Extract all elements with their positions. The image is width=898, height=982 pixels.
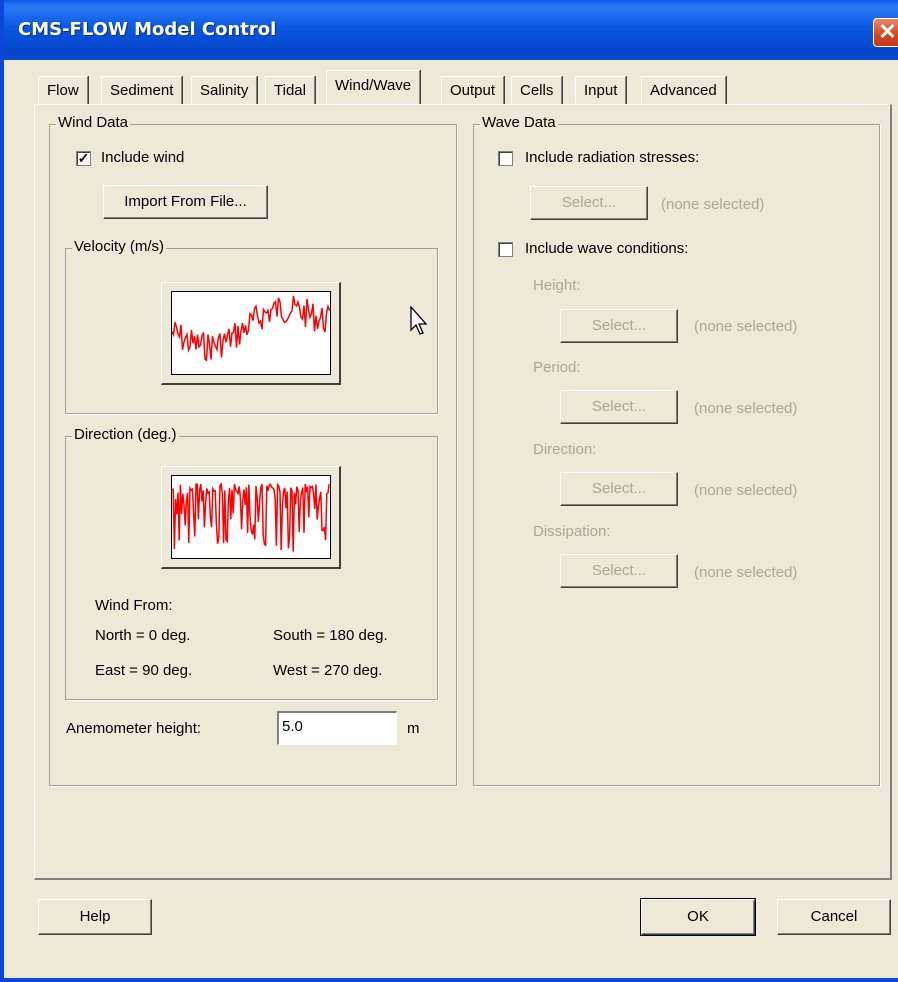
tab-output[interactable]: Output <box>441 76 505 104</box>
include-wave-conditions-label: Include wave conditions: <box>525 240 689 257</box>
title-bar: CMS-FLOW Model Control ✕ <box>4 0 898 60</box>
direction-plot <box>171 475 331 559</box>
window-frame-bottom <box>4 978 898 982</box>
anemometer-height-input[interactable]: 5.0 <box>277 711 397 745</box>
anemometer-unit: m <box>407 720 420 737</box>
dialog-window: CMS-FLOW Model Control ✕ Flow Sediment S… <box>0 0 898 982</box>
velocity-sparkline <box>171 295 331 362</box>
tab-flow[interactable]: Flow <box>38 76 88 104</box>
dissipation-label: Dissipation: <box>533 523 611 540</box>
period-label: Period: <box>533 359 581 376</box>
height-none-selected: (none selected) <box>694 318 798 335</box>
period-none-selected: (none selected) <box>694 400 798 417</box>
import-from-file-button[interactable]: Import From File... <box>103 185 268 219</box>
direction-wave-label: Direction: <box>533 441 597 458</box>
close-icon: ✕ <box>878 19 897 44</box>
anemometer-height-label: Anemometer height: <box>66 720 202 737</box>
mouse-pointer-icon <box>410 306 428 335</box>
dissipation-none-selected: (none selected) <box>694 564 798 581</box>
tab-salinity[interactable]: Salinity <box>191 76 258 104</box>
direction-plot-button[interactable] <box>161 466 341 569</box>
include-wind-label: Include wind <box>101 149 185 166</box>
direction-select-button[interactable]: Select... <box>560 472 678 506</box>
include-wind-checkbox[interactable]: ✓ <box>76 151 91 166</box>
tab-input[interactable]: Input <box>575 76 627 104</box>
include-radiation-stresses-label: Include radiation stresses: <box>525 149 700 166</box>
north-label: North = 0 deg. <box>95 627 191 644</box>
radiation-none-selected: (none selected) <box>661 196 765 213</box>
height-select-button[interactable]: Select... <box>560 309 678 343</box>
tab-advanced[interactable]: Advanced <box>641 76 726 104</box>
south-label: South = 180 deg. <box>273 627 388 644</box>
height-label: Height: <box>533 277 581 294</box>
west-label: West = 270 deg. <box>273 662 383 679</box>
radiation-select-button[interactable]: Select... <box>530 186 648 220</box>
velocity-plot <box>171 291 331 375</box>
tab-tidal[interactable]: Tidal <box>265 76 315 104</box>
close-button[interactable]: ✕ <box>873 18 898 47</box>
tab-cells[interactable]: Cells <box>511 76 563 104</box>
wind-from-label: Wind From: <box>95 597 173 614</box>
direction-none-selected: (none selected) <box>694 482 798 499</box>
include-wave-conditions-checkbox[interactable] <box>498 242 513 257</box>
direction-label: Direction (deg.) <box>72 426 179 443</box>
velocity-series <box>171 295 331 362</box>
direction-sparkline <box>171 482 330 552</box>
wave-data-label: Wave Data <box>480 114 558 131</box>
cancel-button[interactable]: Cancel <box>777 899 891 935</box>
east-label: East = 90 deg. <box>95 662 193 679</box>
wind-data-label: Wind Data <box>56 114 131 131</box>
velocity-plot-button[interactable] <box>161 282 341 385</box>
help-button[interactable]: Help <box>38 899 152 935</box>
velocity-label: Velocity (m/s) <box>72 238 167 255</box>
include-radiation-stresses-checkbox[interactable] <box>498 151 513 166</box>
period-select-button[interactable]: Select... <box>560 390 678 424</box>
tab-wind-wave[interactable]: Wind/Wave <box>326 70 421 104</box>
tab-sediment[interactable]: Sediment <box>101 76 183 104</box>
direction-series <box>171 482 330 552</box>
ok-button[interactable]: OK <box>640 898 756 936</box>
checkmark-icon: ✓ <box>77 150 90 166</box>
dissipation-select-button[interactable]: Select... <box>560 554 678 588</box>
window-title: CMS-FLOW Model Control <box>18 19 277 40</box>
